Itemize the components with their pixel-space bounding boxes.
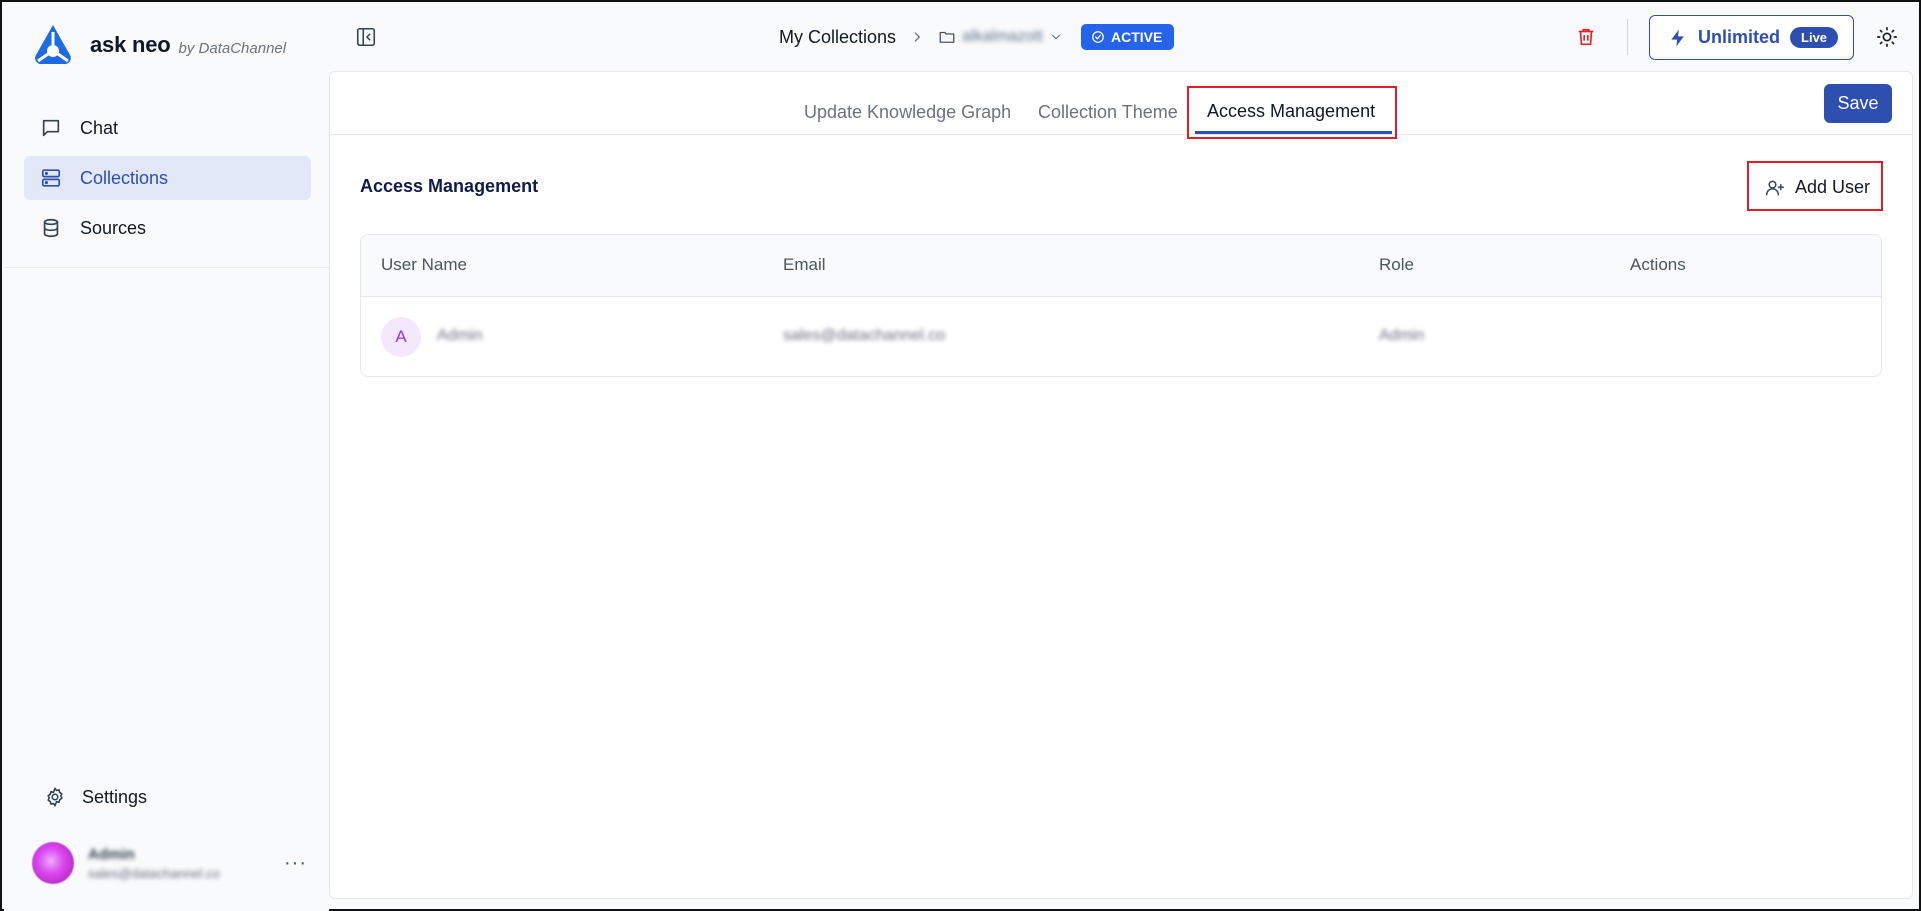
breadcrumb-my-collections[interactable]: My Collections — [779, 27, 896, 48]
user-info: Admin sales@datachannel.co — [88, 846, 220, 881]
sun-icon[interactable] — [1876, 26, 1898, 48]
tab-collection-theme[interactable]: Collection Theme — [1038, 102, 1178, 123]
chat-icon — [42, 119, 60, 137]
email-cell: sales@datachannel.co — [783, 327, 946, 344]
avatar: A — [381, 317, 421, 357]
collection-name[interactable]: alkalmazott — [962, 28, 1043, 46]
user-email: sales@datachannel.co — [88, 865, 220, 881]
lightning-icon — [1671, 29, 1684, 46]
tab-bar: Update Knowledge Graph Collection Theme … — [330, 72, 1912, 139]
sidebar-item-label: Sources — [80, 217, 147, 238]
plan-button[interactable]: Unlimited Live — [1649, 15, 1854, 60]
section-title: Access Management — [360, 176, 539, 196]
column-header-email: Email — [783, 255, 826, 274]
sidebar-item-sources[interactable]: Sources — [24, 206, 311, 250]
avatar — [32, 842, 74, 884]
column-header-role: Role — [1379, 255, 1414, 274]
brand-name: ask neo — [90, 32, 171, 57]
gear-icon — [47, 787, 63, 807]
plan-label: Unlimited — [1698, 27, 1781, 47]
save-button[interactable]: Save — [1824, 84, 1892, 123]
user-profile[interactable]: Admin sales@datachannel.co ··· — [32, 842, 307, 884]
settings-label: Settings — [82, 786, 148, 807]
folder-icon — [939, 31, 955, 43]
table-row[interactable]: A Admin sales@datachannel.co Admin — [361, 297, 1881, 376]
sidebar-nav: Chat Collections Sources — [24, 106, 311, 256]
sidebar: ask neo by DataChannel Chat Collections — [4, 4, 329, 911]
trash-icon[interactable] — [1575, 26, 1597, 48]
column-header-actions: Actions — [1630, 255, 1686, 274]
collections-icon — [41, 169, 61, 187]
ask-neo-logo-icon — [35, 25, 71, 65]
chevron-right-icon — [914, 32, 921, 42]
header-divider — [1627, 19, 1628, 55]
main-panel: Update Knowledge Graph Collection Theme … — [329, 71, 1913, 899]
sidebar-item-chat[interactable]: Chat — [24, 106, 311, 150]
users-table: User Name Email Role Actions A Admin sal… — [360, 234, 1882, 377]
sidebar-item-settings[interactable]: Settings — [44, 786, 147, 808]
collapse-sidebar-icon[interactable] — [355, 26, 377, 48]
breadcrumb: My Collections alkalmazott ACTIVE — [779, 22, 1175, 52]
chevron-down-icon[interactable] — [1049, 30, 1063, 44]
highlight-box — [1187, 86, 1397, 139]
column-header-user-name: User Name — [381, 255, 467, 274]
sidebar-item-label: Collections — [80, 167, 169, 188]
status-badge: ACTIVE — [1080, 24, 1175, 50]
brand-byline: by DataChannel — [178, 39, 287, 57]
table-header: User Name Email Role Actions — [361, 235, 1881, 297]
highlight-box — [1747, 161, 1883, 211]
user-name-cell: Admin — [437, 327, 483, 344]
app-window: ask neo by DataChannel Chat Collections — [0, 0, 1921, 911]
sidebar-item-label: Chat — [80, 117, 119, 138]
brand[interactable]: ask neo by DataChannel — [30, 22, 286, 68]
check-circle-icon — [1092, 31, 1104, 43]
sidebar-divider — [4, 267, 329, 268]
user-name: Admin — [88, 845, 135, 863]
tab-update-knowledge-graph[interactable]: Update Knowledge Graph — [804, 102, 1011, 123]
database-icon — [43, 218, 59, 238]
live-badge: Live — [1790, 27, 1839, 48]
role-cell: Admin — [1379, 327, 1425, 344]
sidebar-item-collections[interactable]: Collections — [24, 156, 311, 200]
more-options-icon[interactable]: ··· — [284, 852, 307, 875]
status-badge-label: ACTIVE — [1110, 29, 1163, 45]
